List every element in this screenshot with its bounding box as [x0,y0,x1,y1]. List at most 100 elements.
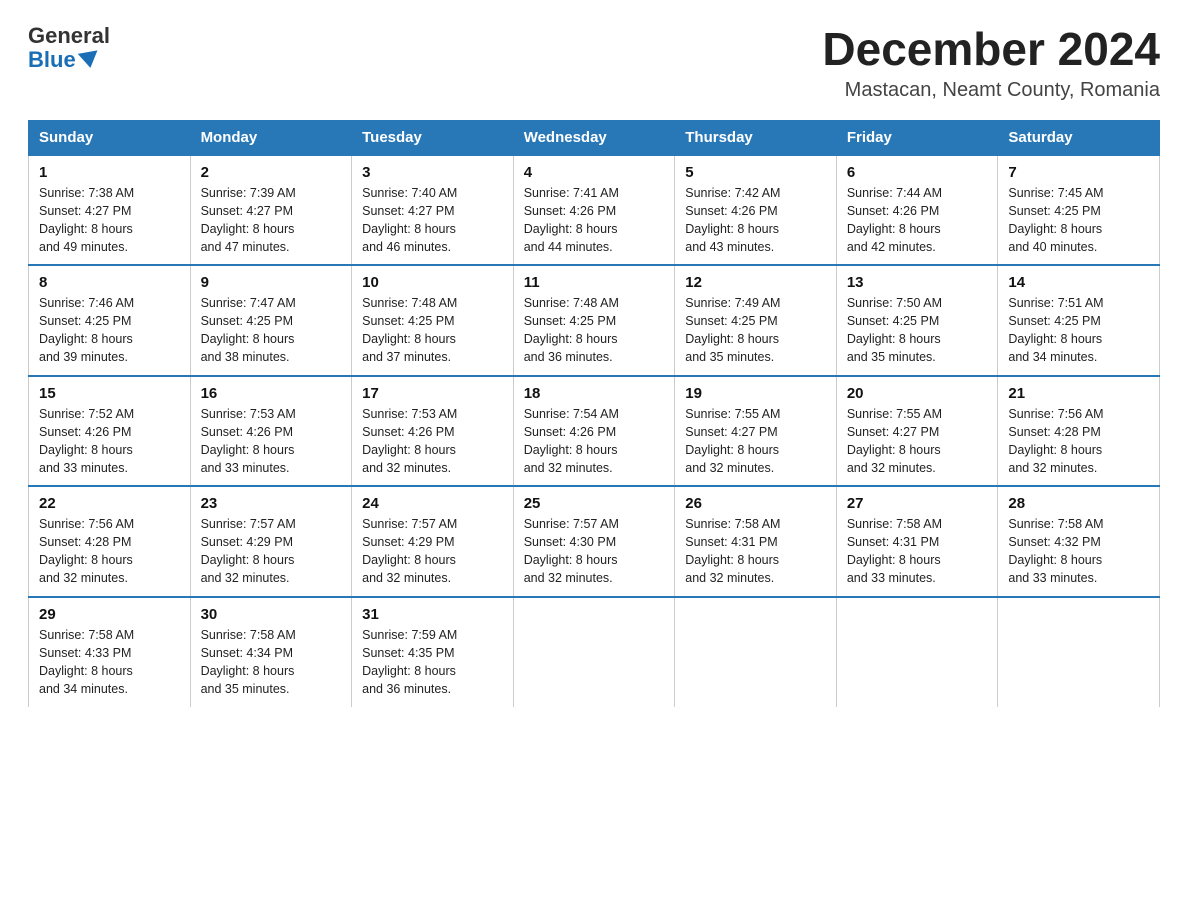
table-row: 23 Sunrise: 7:57 AM Sunset: 4:29 PM Dayl… [190,486,352,597]
table-row: 27 Sunrise: 7:58 AM Sunset: 4:31 PM Dayl… [836,486,998,597]
day-number: 1 [39,164,180,181]
table-row: 10 Sunrise: 7:48 AM Sunset: 4:25 PM Dayl… [352,265,514,376]
day-info: Sunrise: 7:47 AM Sunset: 4:25 PM Dayligh… [201,294,342,367]
day-info: Sunrise: 7:53 AM Sunset: 4:26 PM Dayligh… [201,405,342,478]
day-number: 29 [39,606,180,623]
day-info: Sunrise: 7:42 AM Sunset: 4:26 PM Dayligh… [685,184,826,257]
table-row: 7 Sunrise: 7:45 AM Sunset: 4:25 PM Dayli… [998,155,1160,266]
day-number: 31 [362,606,503,623]
day-number: 8 [39,274,180,291]
day-number: 12 [685,274,826,291]
table-row: 8 Sunrise: 7:46 AM Sunset: 4:25 PM Dayli… [29,265,191,376]
day-info: Sunrise: 7:57 AM Sunset: 4:29 PM Dayligh… [362,515,503,588]
week-row-5: 29 Sunrise: 7:58 AM Sunset: 4:33 PM Dayl… [29,597,1160,707]
page-header: General Blue December 2024 Mastacan, Nea… [28,24,1160,102]
logo-triangle-icon [77,51,99,70]
table-row [998,597,1160,707]
table-row: 21 Sunrise: 7:56 AM Sunset: 4:28 PM Dayl… [998,376,1160,487]
table-row: 3 Sunrise: 7:40 AM Sunset: 4:27 PM Dayli… [352,155,514,266]
day-number: 27 [847,495,988,512]
table-row: 12 Sunrise: 7:49 AM Sunset: 4:25 PM Dayl… [675,265,837,376]
table-row: 17 Sunrise: 7:53 AM Sunset: 4:26 PM Dayl… [352,376,514,487]
day-info: Sunrise: 7:44 AM Sunset: 4:26 PM Dayligh… [847,184,988,257]
table-row: 28 Sunrise: 7:58 AM Sunset: 4:32 PM Dayl… [998,486,1160,597]
day-number: 21 [1008,385,1149,402]
col-saturday: Saturday [998,120,1160,155]
day-info: Sunrise: 7:51 AM Sunset: 4:25 PM Dayligh… [1008,294,1149,367]
day-number: 5 [685,164,826,181]
col-sunday: Sunday [29,120,191,155]
day-number: 19 [685,385,826,402]
day-info: Sunrise: 7:48 AM Sunset: 4:25 PM Dayligh… [362,294,503,367]
day-number: 9 [201,274,342,291]
table-row: 20 Sunrise: 7:55 AM Sunset: 4:27 PM Dayl… [836,376,998,487]
day-number: 15 [39,385,180,402]
table-row: 4 Sunrise: 7:41 AM Sunset: 4:26 PM Dayli… [513,155,675,266]
day-info: Sunrise: 7:49 AM Sunset: 4:25 PM Dayligh… [685,294,826,367]
table-row: 29 Sunrise: 7:58 AM Sunset: 4:33 PM Dayl… [29,597,191,707]
day-info: Sunrise: 7:46 AM Sunset: 4:25 PM Dayligh… [39,294,180,367]
day-info: Sunrise: 7:56 AM Sunset: 4:28 PM Dayligh… [1008,405,1149,478]
day-info: Sunrise: 7:58 AM Sunset: 4:31 PM Dayligh… [685,515,826,588]
table-row: 19 Sunrise: 7:55 AM Sunset: 4:27 PM Dayl… [675,376,837,487]
main-title: December 2024 [822,24,1160,75]
day-info: Sunrise: 7:53 AM Sunset: 4:26 PM Dayligh… [362,405,503,478]
table-row: 16 Sunrise: 7:53 AM Sunset: 4:26 PM Dayl… [190,376,352,487]
day-info: Sunrise: 7:58 AM Sunset: 4:31 PM Dayligh… [847,515,988,588]
day-number: 11 [524,274,665,291]
day-info: Sunrise: 7:58 AM Sunset: 4:33 PM Dayligh… [39,626,180,699]
table-row: 18 Sunrise: 7:54 AM Sunset: 4:26 PM Dayl… [513,376,675,487]
table-row: 15 Sunrise: 7:52 AM Sunset: 4:26 PM Dayl… [29,376,191,487]
col-wednesday: Wednesday [513,120,675,155]
day-info: Sunrise: 7:55 AM Sunset: 4:27 PM Dayligh… [685,405,826,478]
table-row: 2 Sunrise: 7:39 AM Sunset: 4:27 PM Dayli… [190,155,352,266]
table-row [513,597,675,707]
day-info: Sunrise: 7:57 AM Sunset: 4:29 PM Dayligh… [201,515,342,588]
table-row: 13 Sunrise: 7:50 AM Sunset: 4:25 PM Dayl… [836,265,998,376]
day-info: Sunrise: 7:59 AM Sunset: 4:35 PM Dayligh… [362,626,503,699]
day-info: Sunrise: 7:56 AM Sunset: 4:28 PM Dayligh… [39,515,180,588]
table-row: 30 Sunrise: 7:58 AM Sunset: 4:34 PM Dayl… [190,597,352,707]
day-info: Sunrise: 7:54 AM Sunset: 4:26 PM Dayligh… [524,405,665,478]
col-monday: Monday [190,120,352,155]
table-row: 11 Sunrise: 7:48 AM Sunset: 4:25 PM Dayl… [513,265,675,376]
subtitle: Mastacan, Neamt County, Romania [822,79,1160,102]
day-number: 3 [362,164,503,181]
header-row: Sunday Monday Tuesday Wednesday Thursday… [29,120,1160,155]
day-number: 28 [1008,495,1149,512]
day-number: 24 [362,495,503,512]
table-row: 22 Sunrise: 7:56 AM Sunset: 4:28 PM Dayl… [29,486,191,597]
day-info: Sunrise: 7:57 AM Sunset: 4:30 PM Dayligh… [524,515,665,588]
day-number: 13 [847,274,988,291]
table-row: 1 Sunrise: 7:38 AM Sunset: 4:27 PM Dayli… [29,155,191,266]
table-row [675,597,837,707]
table-row: 9 Sunrise: 7:47 AM Sunset: 4:25 PM Dayli… [190,265,352,376]
col-thursday: Thursday [675,120,837,155]
day-number: 7 [1008,164,1149,181]
week-row-1: 1 Sunrise: 7:38 AM Sunset: 4:27 PM Dayli… [29,155,1160,266]
day-number: 17 [362,385,503,402]
day-info: Sunrise: 7:40 AM Sunset: 4:27 PM Dayligh… [362,184,503,257]
day-info: Sunrise: 7:38 AM Sunset: 4:27 PM Dayligh… [39,184,180,257]
day-number: 2 [201,164,342,181]
day-number: 4 [524,164,665,181]
day-number: 16 [201,385,342,402]
logo-blue-text: Blue [28,48,99,72]
table-row: 14 Sunrise: 7:51 AM Sunset: 4:25 PM Dayl… [998,265,1160,376]
day-number: 23 [201,495,342,512]
day-info: Sunrise: 7:58 AM Sunset: 4:32 PM Dayligh… [1008,515,1149,588]
day-number: 14 [1008,274,1149,291]
day-info: Sunrise: 7:55 AM Sunset: 4:27 PM Dayligh… [847,405,988,478]
table-row: 31 Sunrise: 7:59 AM Sunset: 4:35 PM Dayl… [352,597,514,707]
week-row-2: 8 Sunrise: 7:46 AM Sunset: 4:25 PM Dayli… [29,265,1160,376]
day-number: 25 [524,495,665,512]
table-row: 5 Sunrise: 7:42 AM Sunset: 4:26 PM Dayli… [675,155,837,266]
logo: General Blue [28,24,110,72]
day-info: Sunrise: 7:50 AM Sunset: 4:25 PM Dayligh… [847,294,988,367]
day-number: 26 [685,495,826,512]
table-row: 24 Sunrise: 7:57 AM Sunset: 4:29 PM Dayl… [352,486,514,597]
col-friday: Friday [836,120,998,155]
day-number: 6 [847,164,988,181]
day-info: Sunrise: 7:58 AM Sunset: 4:34 PM Dayligh… [201,626,342,699]
day-number: 22 [39,495,180,512]
